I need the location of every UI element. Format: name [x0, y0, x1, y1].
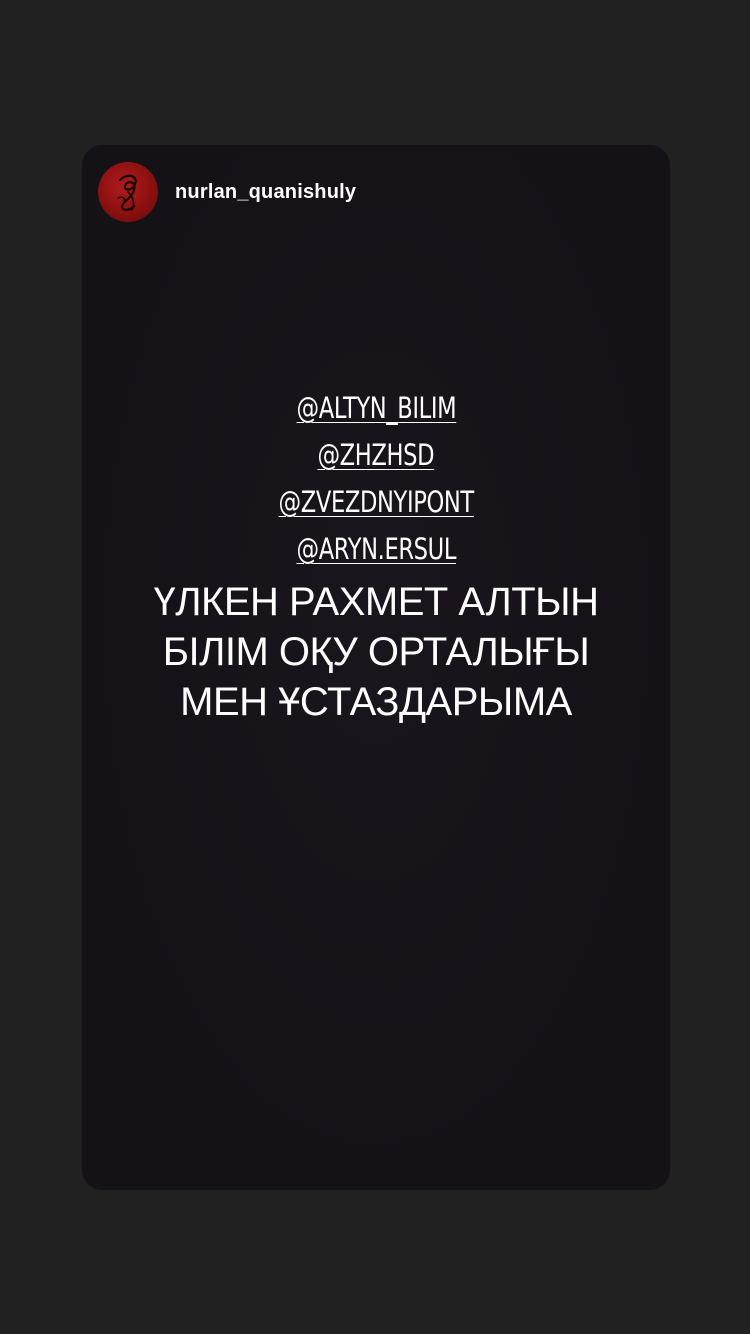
mention-link[interactable]: @ARYN.ERSUL	[296, 526, 456, 573]
caption-line: ҮЛКЕН РАХМЕТ АЛТЫН	[153, 580, 599, 624]
story-card[interactable]: nurlan_quanishuly @ALTYN_BILIM @ZHZHSD @…	[82, 145, 670, 1190]
calligraphy-logo-icon	[117, 174, 137, 211]
story-header: nurlan_quanishuly	[98, 162, 356, 222]
mention-link[interactable]: @ALTYN_BILIM	[296, 385, 456, 432]
mentions-list: @ALTYN_BILIM @ZHZHSD @ZVEZDNYIPONT @ARYN…	[82, 385, 670, 573]
mention-link[interactable]: @ZHZHSD	[318, 432, 435, 479]
story-caption: ҮЛКЕН РАХМЕТ АЛТЫН БІЛІМ ОҚУ ОРТАЛЫҒЫ МЕ…	[82, 577, 670, 727]
caption-line: МЕН ҰСТАЗДАРЫМА	[180, 680, 572, 724]
mention-link[interactable]: @ZVEZDNYIPONT	[278, 479, 474, 526]
screen: nurlan_quanishuly @ALTYN_BILIM @ZHZHSD @…	[0, 0, 750, 1334]
avatar[interactable]	[98, 162, 158, 222]
username[interactable]: nurlan_quanishuly	[175, 181, 356, 204]
caption-line: БІЛІМ ОҚУ ОРТАЛЫҒЫ	[162, 630, 590, 674]
